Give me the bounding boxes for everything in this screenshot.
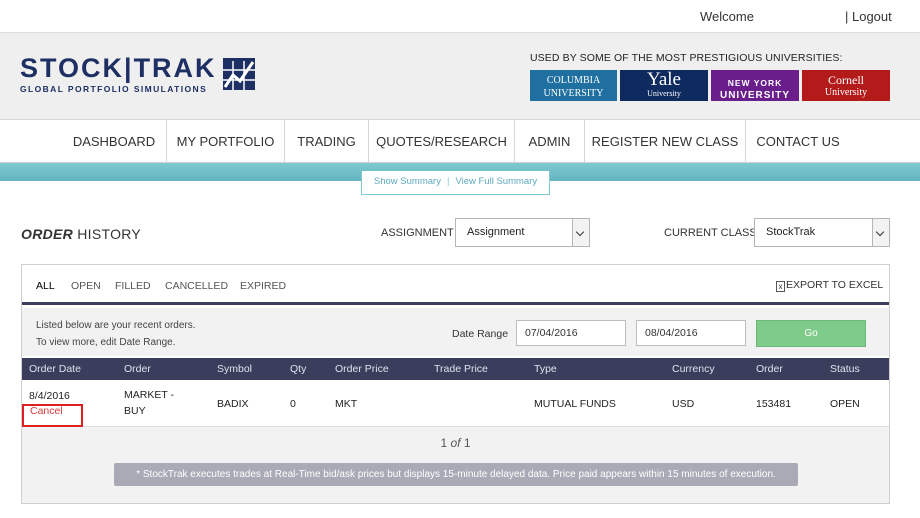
col-status: Status xyxy=(830,363,860,375)
pager-area: 1 of 1 * StockTrak executes trades at Re… xyxy=(22,427,889,503)
col-symbol: Symbol xyxy=(217,363,253,375)
table-row: 8/4/2016 Cancel MARKET - BUY BADIX 0 MKT… xyxy=(22,380,889,427)
cell-order-date: 8/4/2016 xyxy=(29,390,70,402)
page-title-rest: HISTORY xyxy=(73,226,142,242)
col-qty: Qty xyxy=(290,363,307,375)
chevron-down-icon xyxy=(872,219,889,246)
nav-admin[interactable]: ADMIN xyxy=(515,120,585,163)
cell-order-line2: BUY xyxy=(124,405,146,417)
col-currency: Currency xyxy=(672,363,715,375)
logout-link[interactable]: | Logout xyxy=(845,9,892,24)
logo-brand: STOCK|TRAK xyxy=(20,53,217,83)
date-filter-row: Listed below are your recent orders. To … xyxy=(22,308,889,356)
col-order-date: Order Date xyxy=(29,363,81,375)
col-order-number: Order xyxy=(756,363,783,375)
pager-current: 1 xyxy=(440,436,448,450)
tab-filled[interactable]: FILLED xyxy=(115,280,151,292)
nyu-line2: UNIVERSITY xyxy=(719,90,790,101)
top-bar: Welcome | Logout xyxy=(0,0,920,33)
pager-total: 1 xyxy=(463,436,471,450)
go-button[interactable]: Go xyxy=(756,320,866,347)
view-full-summary-link[interactable]: View Full Summary xyxy=(455,176,537,187)
date-to-input[interactable]: 08/04/2016 xyxy=(636,320,746,346)
assignment-select-value: Assignment xyxy=(467,226,525,238)
nav-my-portfolio[interactable]: MY PORTFOLIO xyxy=(167,120,285,163)
cell-currency: USD xyxy=(672,398,695,410)
header: STOCK|TRAK GLOBAL PORTFOLIO SIMULATIONS … xyxy=(0,33,920,120)
columbia-line1: COLUMBIA xyxy=(546,75,601,86)
cornell-logo: Cornell University xyxy=(802,70,890,101)
cornell-line2: University xyxy=(824,87,868,98)
universities-caption: USED BY SOME OF THE MOST PRESTIGIOUS UNI… xyxy=(530,52,843,64)
table-header: Order Date Order Symbol Qty Order Price … xyxy=(22,358,889,380)
tab-open[interactable]: OPEN xyxy=(71,280,101,292)
cancel-order-link[interactable]: Cancel xyxy=(30,405,63,417)
pagination: 1 of 1 xyxy=(22,436,889,450)
chart-mark-icon xyxy=(223,58,255,90)
col-order: Order xyxy=(124,363,151,375)
cell-order-price: MKT xyxy=(335,398,358,410)
nyu-line1: NEW YORK xyxy=(727,78,783,88)
assignment-select[interactable]: Assignment xyxy=(455,218,590,247)
yale-logo: Yale University xyxy=(620,70,708,101)
nav-trading[interactable]: TRADING xyxy=(285,120,369,163)
orders-box: ALL OPEN FILLED CANCELLED EXPIRED x EXPOR… xyxy=(21,264,890,504)
current-class-label: CURRENT CLASS xyxy=(664,227,757,239)
nav-register-new-class[interactable]: REGISTER NEW CLASS xyxy=(585,120,746,163)
tab-all[interactable]: ALL xyxy=(36,280,55,292)
nav-contact-us[interactable]: CONTACT US xyxy=(746,120,850,163)
order-tabs: ALL OPEN FILLED CANCELLED EXPIRED x EXPOR… xyxy=(22,265,889,305)
export-label: EXPORT TO EXCEL xyxy=(786,279,884,291)
cell-qty: 0 xyxy=(290,398,296,410)
columbia-line2: UNIVERSITY xyxy=(543,88,604,99)
welcome-text: Welcome xyxy=(700,9,754,24)
show-summary-link[interactable]: Show Summary xyxy=(374,176,441,187)
tab-cancelled[interactable]: CANCELLED xyxy=(165,280,228,292)
summary-toggle: Show Summary | View Full Summary xyxy=(361,171,550,195)
cell-order-line1: MARKET - xyxy=(124,389,174,401)
cell-type: MUTUAL FUNDS xyxy=(534,398,616,410)
stocktrak-logo[interactable]: STOCK|TRAK GLOBAL PORTFOLIO SIMULATIONS xyxy=(20,53,217,95)
chevron-down-icon xyxy=(572,219,589,246)
export-to-excel-link[interactable]: x EXPORT TO EXCEL xyxy=(776,279,883,292)
info-line-1: Listed below are your recent orders. xyxy=(36,320,196,331)
yale-line2: University xyxy=(647,89,681,98)
col-type: Type xyxy=(534,363,557,375)
main-nav: DASHBOARD MY PORTFOLIO TRADING QUOTES/RE… xyxy=(0,120,920,163)
cell-order-number: 153481 xyxy=(756,398,792,410)
excel-icon: x xyxy=(776,281,785,292)
assignment-label: ASSIGNMENT xyxy=(381,227,454,239)
nyu-logo: NEW YORK UNIVERSITY xyxy=(711,70,799,101)
cornell-line1: Cornell xyxy=(828,73,864,87)
info-line-2: To view more, edit Date Range. xyxy=(36,337,176,348)
nav-dashboard[interactable]: DASHBOARD xyxy=(62,120,167,163)
nav-quotes-research[interactable]: QUOTES/RESEARCH xyxy=(369,120,515,163)
cell-status: OPEN xyxy=(830,398,860,410)
tab-expired[interactable]: EXPIRED xyxy=(240,280,286,292)
current-class-select[interactable]: StockTrak xyxy=(754,218,890,247)
col-trade-price: Trade Price xyxy=(434,363,488,375)
delay-notice: * StockTrak executes trades at Real-Time… xyxy=(114,463,798,486)
logo-tagline: GLOBAL PORTFOLIO SIMULATIONS xyxy=(20,84,208,94)
col-order-price: Order Price xyxy=(335,363,389,375)
date-range-label: Date Range xyxy=(452,328,509,340)
current-class-select-value: StockTrak xyxy=(766,226,816,238)
columbia-logo: COLUMBIA UNIVERSITY xyxy=(530,70,617,101)
cell-symbol: BADIX xyxy=(217,398,249,410)
summary-separator: | xyxy=(446,176,450,187)
page-title: ORDER HISTORY xyxy=(21,226,141,242)
date-from-input[interactable]: 07/04/2016 xyxy=(516,320,626,346)
yale-line1: Yale xyxy=(647,69,681,90)
page-title-bold: ORDER xyxy=(21,226,74,242)
pager-of: of xyxy=(450,436,461,450)
